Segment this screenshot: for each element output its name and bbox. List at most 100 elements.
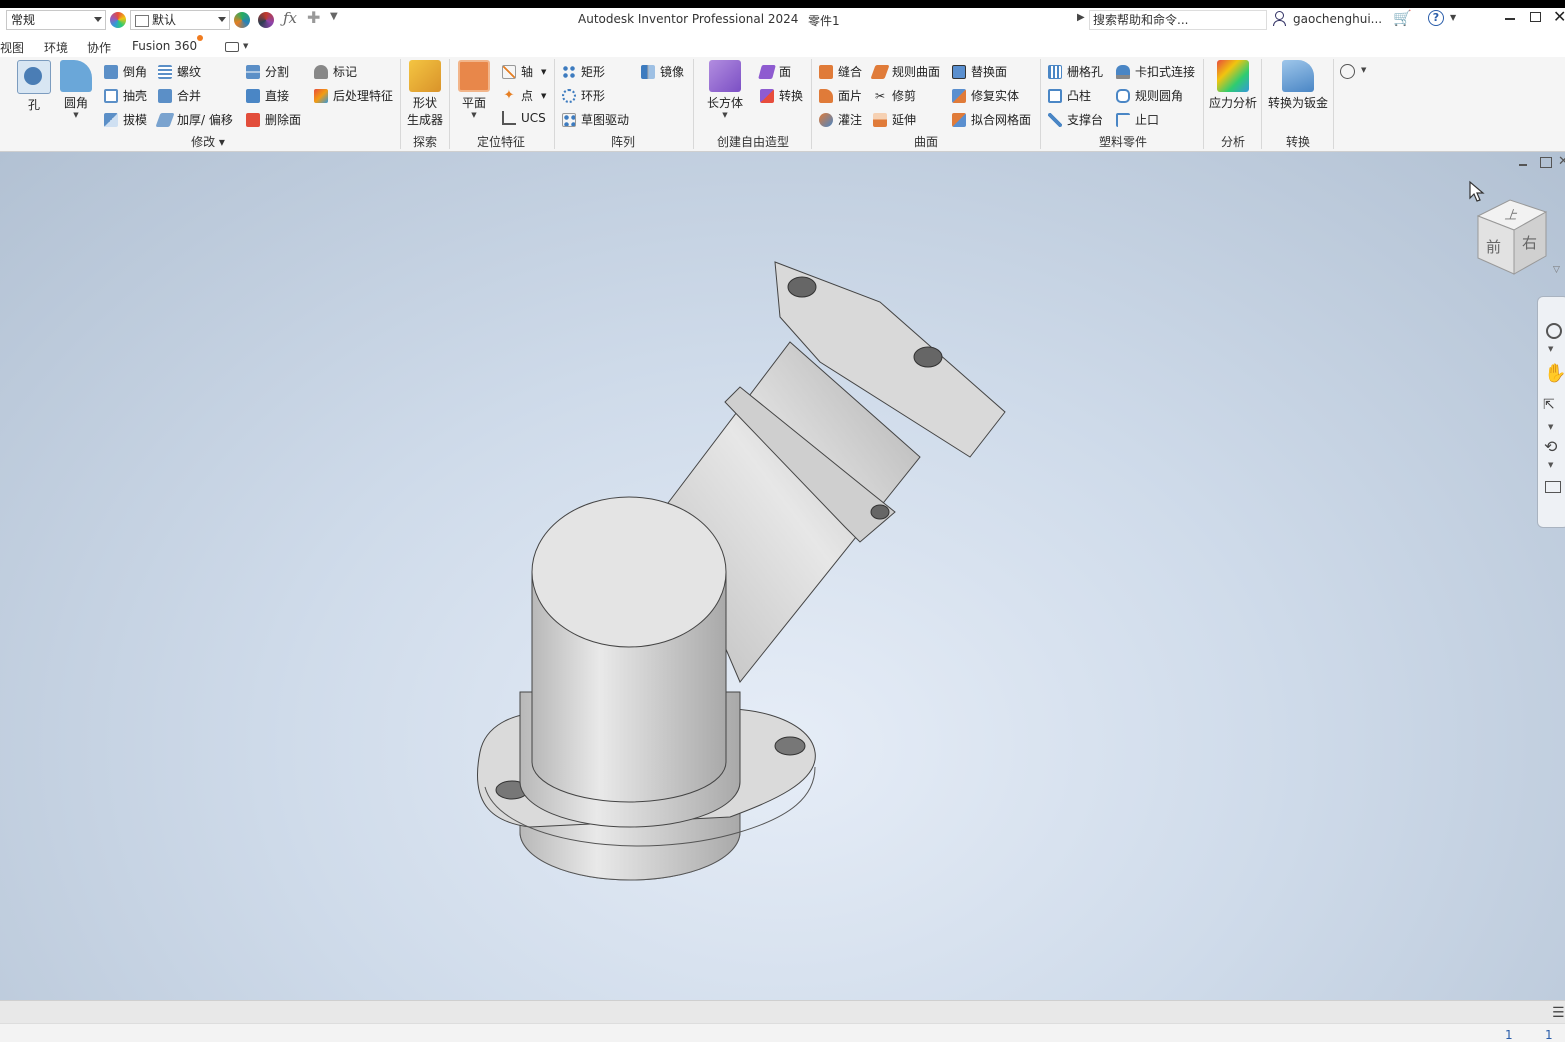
cart-icon[interactable]: 🛒 bbox=[1393, 9, 1412, 27]
menu-icon[interactable]: ☰ bbox=[1552, 1005, 1565, 1021]
user-icon[interactable] bbox=[1273, 11, 1286, 26]
fit-mesh-button[interactable]: 拟合网格面 bbox=[952, 111, 1031, 128]
sculpt-button[interactable]: 灌注 bbox=[819, 111, 862, 128]
boss-button[interactable]: 凸柱 bbox=[1048, 87, 1091, 104]
panel-toggle-icon[interactable] bbox=[225, 42, 239, 52]
restore-icon[interactable] bbox=[1530, 12, 1541, 22]
split-icon bbox=[246, 64, 260, 79]
appearance-select[interactable]: 默认 bbox=[130, 10, 230, 30]
tab-environment[interactable]: 环境 bbox=[44, 39, 68, 56]
viewport-minimize-icon[interactable] bbox=[1519, 164, 1527, 166]
help-icon[interactable]: ? bbox=[1428, 10, 1444, 26]
separator bbox=[1040, 59, 1041, 149]
fit-mesh-icon bbox=[952, 112, 966, 127]
tab-view[interactable]: 视图 bbox=[0, 39, 24, 56]
notification-dot-icon bbox=[197, 35, 203, 41]
thread-icon bbox=[158, 64, 172, 79]
style-select[interactable]: 常规 bbox=[6, 10, 106, 30]
repair-bodies-button[interactable]: 修复实体 bbox=[952, 87, 1019, 104]
freeform-box-button[interactable]: 长方体 ▼ bbox=[704, 60, 746, 119]
user-name[interactable]: gaochenghui... bbox=[1293, 12, 1382, 26]
separator bbox=[1203, 59, 1204, 149]
stitch-button[interactable]: 缝合 bbox=[819, 63, 862, 80]
thicken-offset-button[interactable]: 加厚/ 偏移 bbox=[155, 111, 233, 128]
panel-modify-label[interactable]: 修改 ▾ bbox=[186, 133, 230, 150]
plane-button[interactable]: 平面 ▼ bbox=[456, 60, 492, 119]
grill-button[interactable]: 栅格孔 bbox=[1048, 63, 1103, 80]
fillet-button[interactable]: 圆角 ▼ bbox=[58, 60, 94, 119]
look-at-icon[interactable] bbox=[1545, 481, 1561, 493]
shell-button[interactable]: 抽壳 bbox=[104, 87, 147, 104]
freeform-face-button[interactable]: 面 bbox=[758, 63, 791, 80]
circular-pattern-button[interactable]: 环形 bbox=[562, 87, 605, 104]
shape-generator-button[interactable]: 形状 生成器 bbox=[404, 60, 446, 128]
help-dropdown-icon[interactable]: ▼ bbox=[1450, 13, 1456, 22]
view-cube-front[interactable]: 前 bbox=[1486, 236, 1501, 257]
convert-to-sheet-metal-button[interactable]: 转换为钣金 bbox=[1266, 60, 1330, 111]
navigation-bar: ▼ ✋ ⇱ ▼ ⟲ ▼ bbox=[1537, 296, 1565, 528]
post-process-button[interactable]: 后处理特征 bbox=[314, 87, 393, 104]
add-panel-dropdown-icon[interactable]: ▼ bbox=[1361, 66, 1366, 74]
mark-button[interactable]: 标记 bbox=[314, 63, 357, 80]
fillet-icon bbox=[60, 60, 92, 92]
stress-analysis-button[interactable]: 应力分析 bbox=[1207, 60, 1259, 111]
help-search-input[interactable]: 搜索帮助和命令... bbox=[1089, 10, 1267, 30]
zoom-icon[interactable]: ⇱ bbox=[1543, 397, 1555, 413]
pan-icon[interactable]: ✋ bbox=[1544, 363, 1565, 384]
viewport-close-icon[interactable]: ✕ bbox=[1558, 154, 1565, 169]
add-panel-icon[interactable] bbox=[1340, 64, 1355, 79]
add-icon[interactable]: ✚ bbox=[307, 8, 320, 27]
point-button[interactable]: ✦ 点 ▼ bbox=[502, 87, 547, 104]
steering-wheel-icon[interactable] bbox=[1546, 323, 1562, 339]
grill-icon bbox=[1048, 64, 1062, 79]
panel-toggle-dropdown-icon[interactable]: ▼ bbox=[243, 42, 248, 50]
customize-qat-icon[interactable]: ▼ bbox=[330, 11, 338, 22]
view-cube[interactable]: 上 前 右 bbox=[1472, 198, 1552, 284]
replace-face-icon bbox=[952, 64, 966, 79]
view-cube-right[interactable]: 右 bbox=[1522, 232, 1537, 253]
delete-face-button[interactable]: 删除面 bbox=[246, 111, 301, 128]
axis-button[interactable]: 轴 ▼ bbox=[502, 63, 546, 80]
mirror-icon bbox=[641, 64, 655, 79]
direct-edit-button[interactable]: 直接 bbox=[246, 87, 289, 104]
adjust-appearance-icon[interactable] bbox=[234, 12, 250, 28]
hole-button[interactable]: 孔 bbox=[16, 60, 52, 113]
combine-button[interactable]: 合并 bbox=[158, 87, 201, 104]
sculpt-icon bbox=[819, 112, 833, 127]
ucs-button[interactable]: UCS bbox=[502, 111, 546, 125]
patch-button[interactable]: 面片 bbox=[819, 87, 862, 104]
plane-icon bbox=[458, 60, 490, 92]
clear-appearance-icon[interactable] bbox=[258, 12, 274, 28]
rule-fillet-button[interactable]: 规则圆角 bbox=[1116, 87, 1183, 104]
close-icon[interactable]: ✕ bbox=[1553, 7, 1565, 26]
tab-collaborate[interactable]: 协作 bbox=[87, 39, 111, 56]
rect-pattern-button[interactable]: 矩形 bbox=[562, 63, 605, 80]
snap-fit-button[interactable]: 卡扣式连接 bbox=[1116, 63, 1195, 80]
parameters-fx-icon[interactable]: ƒx bbox=[283, 9, 297, 27]
ruled-surface-button[interactable]: 规则曲面 bbox=[870, 63, 940, 80]
material-icon[interactable] bbox=[110, 12, 126, 28]
view-cube-menu-icon[interactable]: ▽ bbox=[1553, 265, 1560, 275]
freeform-convert-button[interactable]: 转换 bbox=[760, 87, 803, 104]
mirror-button[interactable]: 镜像 bbox=[641, 63, 684, 80]
draft-button[interactable]: 拔模 bbox=[104, 111, 147, 128]
search-expand-icon[interactable]: ▶ bbox=[1077, 12, 1085, 23]
app-title: Autodesk Inventor Professional 2024 bbox=[578, 12, 799, 26]
minimize-icon[interactable] bbox=[1505, 18, 1515, 20]
3d-model-part[interactable] bbox=[440, 242, 1040, 892]
extend-button[interactable]: 延伸 bbox=[873, 111, 916, 128]
orbit-icon[interactable]: ⟲ bbox=[1544, 437, 1557, 456]
viewport-restore-icon[interactable] bbox=[1540, 157, 1552, 168]
panel-freeform-label: 创建自由造型 bbox=[716, 135, 789, 149]
split-button[interactable]: 分割 bbox=[246, 63, 289, 80]
trim-button[interactable]: ✂ 修剪 bbox=[873, 87, 916, 104]
replace-face-button[interactable]: 替换面 bbox=[952, 63, 1007, 80]
tab-fusion360[interactable]: Fusion 360 bbox=[132, 39, 197, 53]
thread-button[interactable]: 螺纹 bbox=[158, 63, 201, 80]
graphics-viewport[interactable]: ✕ 上 前 右 ▽ ▼ ✋ ⇱ ▼ ⟲ ▼ bbox=[0, 152, 1565, 1000]
sketch-driven-pattern-button[interactable]: 草图驱动 bbox=[562, 111, 629, 128]
chamfer-button[interactable]: 倒角 bbox=[104, 63, 147, 80]
panel-explore-label: 探索 bbox=[412, 135, 437, 149]
rest-button[interactable]: 支撑台 bbox=[1048, 111, 1103, 128]
lip-button[interactable]: 止口 bbox=[1116, 111, 1159, 128]
